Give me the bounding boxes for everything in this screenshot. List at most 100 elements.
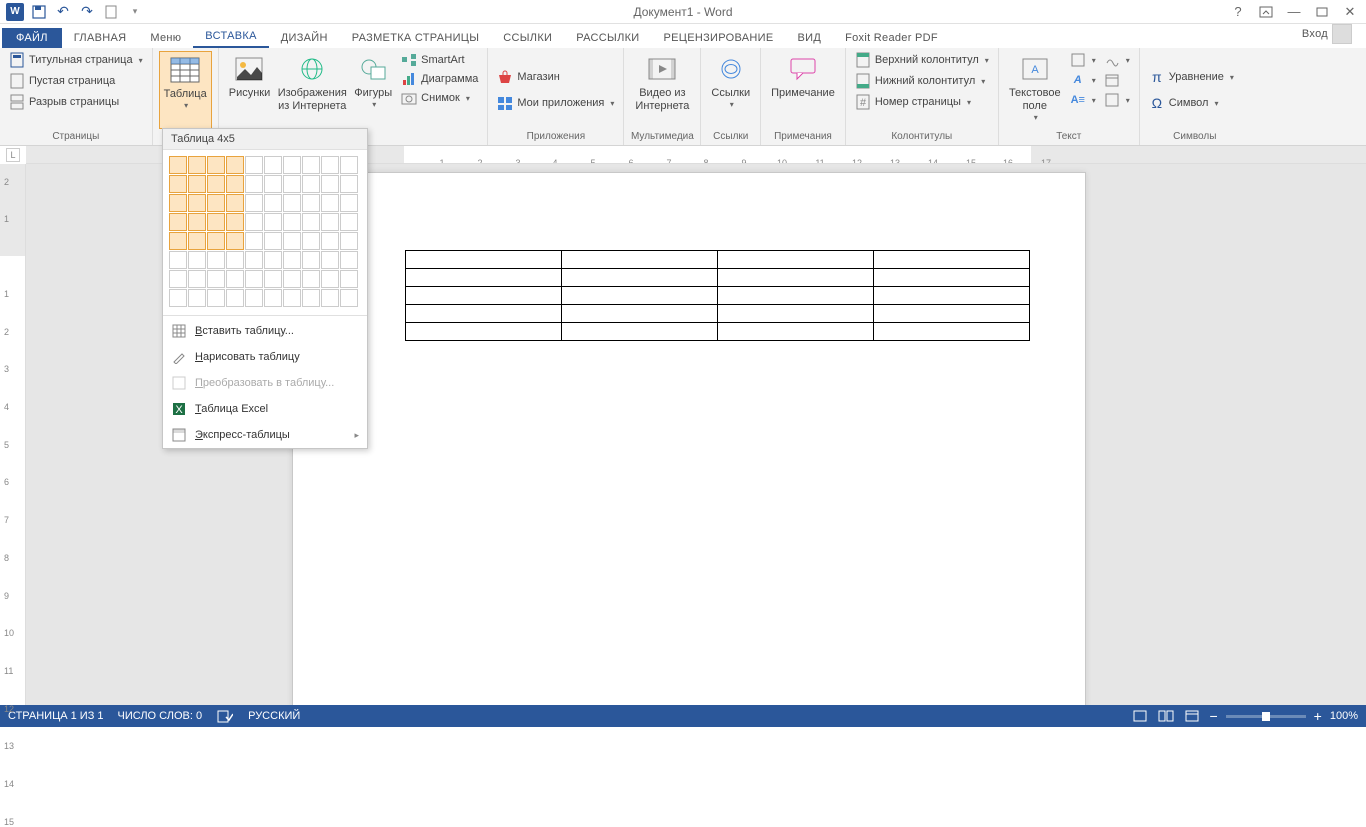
spellcheck-icon[interactable]	[216, 708, 234, 724]
table-button[interactable]: Таблица ▾	[159, 51, 212, 129]
table-grid-cell[interactable]	[245, 289, 263, 307]
table-grid-cell[interactable]	[226, 251, 244, 269]
tab-menu[interactable]: Меню	[138, 28, 193, 48]
table-grid-cell[interactable]	[283, 289, 301, 307]
table-grid-cell[interactable]	[226, 213, 244, 231]
equation-button[interactable]: πУравнение▾	[1146, 68, 1237, 86]
page-number-button[interactable]: #Номер страницы▾	[852, 93, 992, 111]
table-grid-cell[interactable]	[207, 156, 225, 174]
table-grid-cell[interactable]	[321, 270, 339, 288]
table-grid-cell[interactable]	[340, 251, 358, 269]
table-grid-cell[interactable]	[283, 251, 301, 269]
table-grid-cell[interactable]	[283, 156, 301, 174]
new-doc-button[interactable]	[100, 1, 122, 23]
pictures-button[interactable]: Рисунки	[225, 51, 275, 129]
header-button[interactable]: Верхний колонтитул▾	[852, 51, 992, 69]
table-grid-cell[interactable]	[245, 175, 263, 193]
table-grid-cell[interactable]	[283, 270, 301, 288]
table-grid-cell[interactable]	[207, 232, 225, 250]
tab-references[interactable]: ССЫЛКИ	[491, 28, 564, 48]
table-grid-cell[interactable]	[226, 194, 244, 212]
blank-page-button[interactable]: Пустая страница	[6, 72, 146, 90]
footer-button[interactable]: Нижний колонтитул▾	[852, 72, 992, 90]
table-grid-cell[interactable]	[302, 270, 320, 288]
my-apps-button[interactable]: Мои приложения▾	[494, 94, 617, 112]
signature-button[interactable]: ▾	[1101, 51, 1133, 69]
comment-button[interactable]: Примечание	[767, 51, 839, 129]
store-button[interactable]: Магазин	[494, 68, 617, 86]
table-grid-cell[interactable]	[169, 251, 187, 269]
table-grid-cell[interactable]	[188, 270, 206, 288]
tab-selector-button[interactable]: L	[6, 148, 20, 162]
page-break-button[interactable]: Разрыв страницы	[6, 93, 146, 111]
table-grid-cell[interactable]	[245, 213, 263, 231]
table-grid-cell[interactable]	[188, 156, 206, 174]
sign-in-button[interactable]: Вход	[1290, 20, 1364, 48]
web-layout-view-button[interactable]	[1183, 708, 1201, 724]
qat-customize-button[interactable]: ▾	[124, 1, 146, 23]
symbol-button[interactable]: ΩСимвол▾	[1146, 94, 1237, 112]
table-grid-cell[interactable]	[226, 156, 244, 174]
table-grid-cell[interactable]	[321, 194, 339, 212]
page[interactable]	[292, 172, 1086, 705]
table-grid-cell[interactable]	[226, 175, 244, 193]
zoom-in-button[interactable]: +	[1314, 708, 1322, 724]
table-grid-cell[interactable]	[188, 213, 206, 231]
table-grid-cell[interactable]	[321, 156, 339, 174]
table-grid-cell[interactable]	[340, 194, 358, 212]
table-grid-cell[interactable]	[302, 194, 320, 212]
table-grid-cell[interactable]	[302, 289, 320, 307]
links-button[interactable]: Ссылки▾	[707, 51, 754, 129]
table-grid-cell[interactable]	[188, 175, 206, 193]
print-layout-view-button[interactable]	[1131, 708, 1149, 724]
table-grid-cell[interactable]	[226, 289, 244, 307]
tab-foxit[interactable]: Foxit Reader PDF	[833, 28, 950, 48]
table-grid-cell[interactable]	[245, 156, 263, 174]
table-grid-cell[interactable]	[207, 270, 225, 288]
insert-table-item[interactable]: Вставить таблицу...	[163, 318, 367, 344]
word-count[interactable]: ЧИСЛО СЛОВ: 0	[118, 710, 203, 722]
table-grid-cell[interactable]	[283, 175, 301, 193]
chart-button[interactable]: Диаграмма	[398, 70, 481, 88]
table-grid-cell[interactable]	[226, 270, 244, 288]
table-grid-cell[interactable]	[188, 251, 206, 269]
table-grid-cell[interactable]	[169, 194, 187, 212]
table-grid-cell[interactable]	[283, 194, 301, 212]
table-grid-cell[interactable]	[188, 232, 206, 250]
table-grid-cell[interactable]	[226, 232, 244, 250]
table-grid-cell[interactable]	[283, 213, 301, 231]
zoom-out-button[interactable]: −	[1209, 708, 1217, 724]
tab-design[interactable]: ДИЗАЙН	[269, 28, 340, 48]
save-button[interactable]	[28, 1, 50, 23]
table-grid-cell[interactable]	[321, 175, 339, 193]
table-grid-cell[interactable]	[188, 194, 206, 212]
redo-button[interactable]: ↷	[76, 1, 98, 23]
table-grid-cell[interactable]	[264, 251, 282, 269]
table-grid-cell[interactable]	[169, 175, 187, 193]
table-grid-cell[interactable]	[302, 251, 320, 269]
table-grid-cell[interactable]	[302, 156, 320, 174]
table-grid-cell[interactable]	[302, 213, 320, 231]
table-grid-cell[interactable]	[302, 175, 320, 193]
undo-button[interactable]: ↶	[52, 1, 74, 23]
table-grid-cell[interactable]	[264, 289, 282, 307]
quick-tables-item[interactable]: Экспресс-таблицы▸	[163, 422, 367, 448]
document-table[interactable]	[405, 250, 1030, 341]
smartart-button[interactable]: SmartArt	[398, 51, 481, 69]
vertical-ruler[interactable]: 21123456789101112131415	[0, 164, 26, 705]
read-mode-view-button[interactable]	[1157, 708, 1175, 724]
table-grid-cell[interactable]	[321, 289, 339, 307]
tab-file[interactable]: ФАЙЛ	[2, 28, 62, 48]
table-grid-cell[interactable]	[264, 232, 282, 250]
table-grid-cell[interactable]	[264, 213, 282, 231]
table-grid-cell[interactable]	[340, 156, 358, 174]
table-grid-cell[interactable]	[207, 213, 225, 231]
table-grid-cell[interactable]	[264, 175, 282, 193]
table-grid-cell[interactable]	[245, 194, 263, 212]
shapes-button[interactable]: Фигуры▾	[350, 51, 396, 129]
word-logo-icon[interactable]: W	[4, 1, 26, 23]
table-grid-cell[interactable]	[245, 232, 263, 250]
table-grid-cell[interactable]	[169, 232, 187, 250]
table-grid-cell[interactable]	[264, 194, 282, 212]
table-grid-cell[interactable]	[283, 232, 301, 250]
